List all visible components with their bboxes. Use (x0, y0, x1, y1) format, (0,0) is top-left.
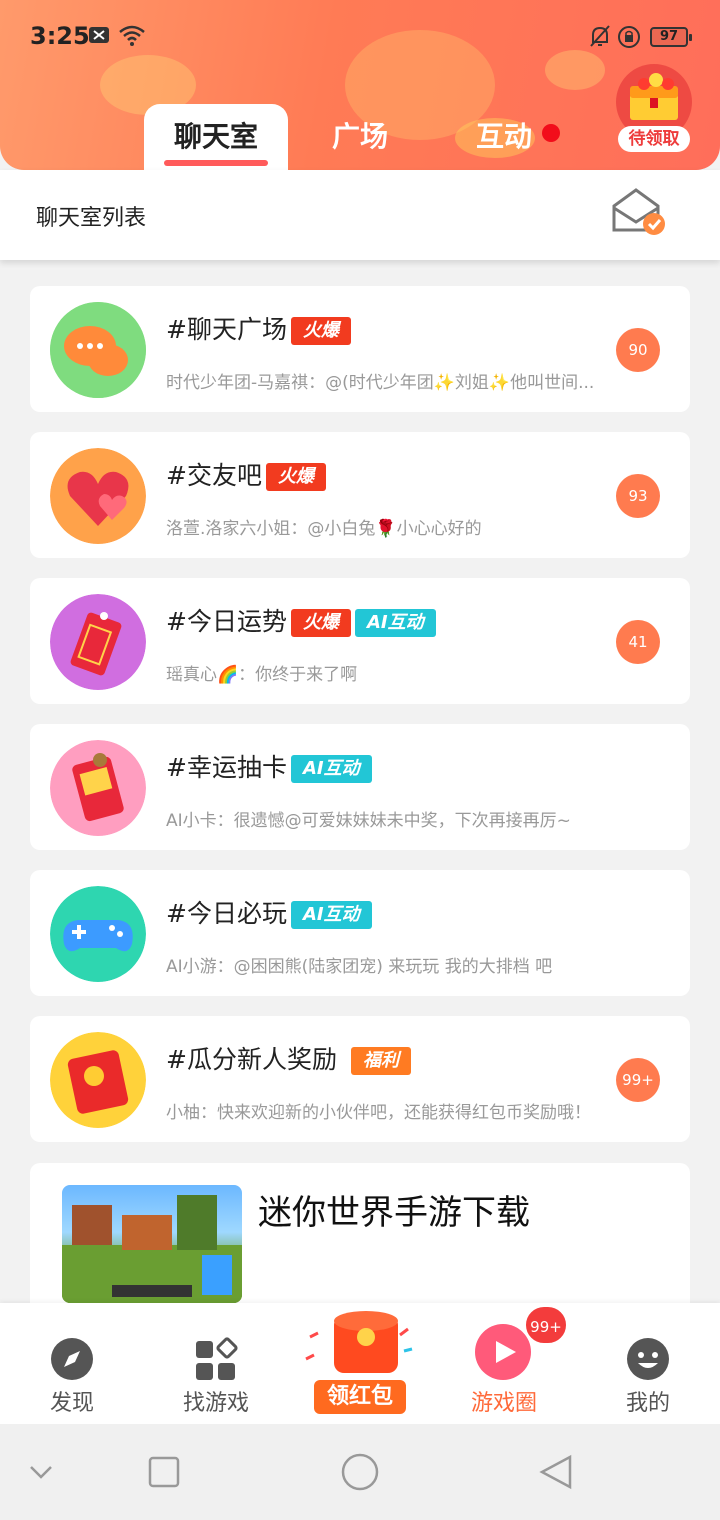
hot-tag: 火爆 (290, 609, 351, 637)
wifi-icon (119, 25, 145, 46)
tab-active-indicator (164, 160, 268, 166)
nav-find-games[interactable]: 找游戏 (156, 1303, 276, 1424)
room-last-message: 时代少年团-马嘉祺：@(时代少年团✨刘姐✨他叫世间... (166, 373, 595, 393)
chevron-down-icon[interactable] (28, 1462, 54, 1482)
profile-face-icon (627, 1338, 669, 1380)
back-icon[interactable] (538, 1454, 574, 1490)
ai-tag: AI互动 (290, 901, 372, 929)
unread-dot (542, 124, 560, 142)
chat-bubbles-icon (50, 302, 146, 398)
battery-icon: 97 (650, 27, 692, 47)
nav-profile[interactable]: 我的 (588, 1303, 708, 1424)
nav-discover[interactable]: 发现 (12, 1303, 132, 1424)
game-circle-icon (475, 1324, 531, 1380)
room-title-text: #今日必玩 (166, 899, 287, 928)
room-title: #今日运势 火爆 AI互动 (166, 602, 436, 638)
ad-card[interactable]: 迷你世界手游下载 (30, 1163, 690, 1323)
game-circle-badge: 99+ (524, 1305, 568, 1345)
system-navigation-bar (0, 1424, 720, 1520)
tab-square[interactable]: 广场 (310, 104, 410, 170)
tab-label: 聊天室 (173, 120, 258, 153)
hot-tag: 火爆 (265, 463, 326, 491)
game-screenshot-image (62, 1185, 242, 1303)
chatroom-item-newcomer-reward[interactable]: #瓜分新人奖励 福利 小柚：快来欢迎新的小伙伴吧，还能获得红包币奖励哦！ 99+ (30, 1016, 690, 1142)
recent-apps-icon[interactable] (148, 1456, 180, 1488)
hot-tag: 火爆 (290, 317, 351, 345)
tab-label: 广场 (331, 120, 388, 153)
nav-label: 发现 (49, 1391, 94, 1416)
chatroom-item-friends[interactable]: #交友吧 火爆 洛萱.洛家六小姐：@小白兔🌹小心心好的 93 (30, 432, 690, 558)
status-time: 3:25 (30, 22, 90, 50)
red-packet-label[interactable]: 领红包 (314, 1380, 406, 1414)
room-last-message: AI小游：@困困熊(陆家团宠) 来玩玩 我的大排档 吧 (166, 957, 553, 977)
apps-icon (196, 1337, 238, 1380)
room-title-text: #瓜分新人奖励 (166, 1045, 337, 1074)
chatroom-list-title: 聊天室列表 (36, 206, 147, 231)
gamepad-icon (50, 886, 146, 982)
bell-muted-icon (590, 25, 610, 47)
unread-count-badge: 41 (616, 620, 660, 664)
reward-button[interactable]: 待领取 (612, 64, 694, 154)
room-title-text: #幸运抽卡 (166, 753, 287, 782)
fortune-tag-icon (50, 594, 146, 690)
room-title: #幸运抽卡 AI互动 (166, 748, 372, 784)
room-title-text: #交友吧 (166, 461, 262, 490)
unread-count-badge: 93 (616, 474, 660, 518)
chatroom-item-square[interactable]: #聊天广场 火爆 时代少年团-马嘉祺：@(时代少年团✨刘姐✨他叫世间... 90 (30, 286, 690, 412)
mail-read-icon[interactable] (610, 186, 668, 238)
lucky-card-icon (50, 740, 146, 836)
room-title-text: #聊天广场 (166, 315, 287, 344)
room-last-message: AI小卡：很遗憾@可爱妹妹妹未中奖，下次再接再厉~ (166, 811, 571, 831)
nav-label: 我的 (625, 1391, 670, 1416)
room-title: #今日必玩 AI互动 (166, 894, 372, 930)
home-icon[interactable] (340, 1452, 380, 1492)
status-bar: 3:25 97 (0, 0, 720, 72)
chatroom-item-fortune[interactable]: #今日运势 火爆 AI互动 瑶真心🌈：你终于来了啊 41 (30, 578, 690, 704)
unread-count-badge: 90 (616, 328, 660, 372)
room-title: #交友吧 火爆 (166, 456, 326, 492)
room-title-text: #今日运势 (166, 607, 287, 636)
reward-label: 待领取 (618, 126, 690, 152)
hearts-icon (50, 448, 146, 544)
ad-title: 迷你世界手游下载 (258, 1193, 530, 1233)
room-last-message: 瑶真心🌈：你终于来了啊 (166, 665, 358, 685)
room-title: #聊天广场 火爆 (166, 310, 351, 346)
room-last-message: 小柚：快来欢迎新的小伙伴吧，还能获得红包币奖励哦！ (166, 1103, 591, 1123)
ai-tag: AI互动 (290, 755, 372, 783)
nav-label: 游戏圈 (470, 1391, 537, 1416)
compass-icon (51, 1338, 93, 1380)
tab-label: 互动 (475, 120, 532, 153)
chatroom-item-must-play[interactable]: #今日必玩 AI互动 AI小游：@困困熊(陆家团宠) 来玩玩 我的大排档 吧 (30, 870, 690, 996)
room-last-message: 洛萱.洛家六小姐：@小白兔🌹小心心好的 (166, 519, 482, 539)
welfare-tag: 福利 (350, 1047, 411, 1075)
chatroom-item-lucky-card[interactable]: #幸运抽卡 AI互动 AI小卡：很遗憾@可爱妹妹妹未中奖，下次再接再厉~ (30, 724, 690, 850)
room-title: #瓜分新人奖励 福利 (166, 1040, 411, 1076)
notification-icon (89, 27, 109, 43)
red-packet-icon (305, 1311, 413, 1373)
red-envelope-icon (50, 1032, 146, 1128)
unread-count-badge: 99+ (616, 1058, 660, 1102)
ai-tag: AI互动 (354, 609, 436, 637)
tab-chatroom[interactable]: 聊天室 (144, 104, 288, 170)
tab-interaction[interactable]: 互动 (454, 104, 554, 170)
rotation-lock-icon (618, 26, 640, 48)
nav-label: 找游戏 (182, 1391, 249, 1416)
